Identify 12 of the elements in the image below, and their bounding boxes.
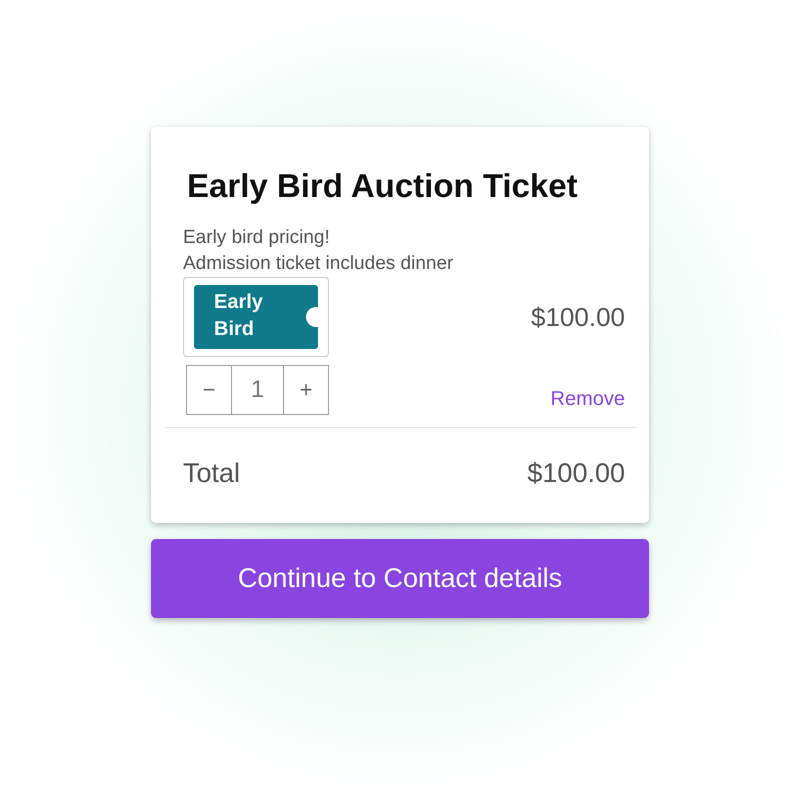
total-amount: $100.00 (527, 458, 625, 489)
total-label: Total (183, 458, 240, 489)
remove-link[interactable]: Remove (550, 388, 625, 411)
description-text: Early bird pricing! (183, 226, 331, 250)
ticket-image: Early Bird (183, 277, 329, 357)
description-text: Admission ticket includes dinner (183, 252, 454, 276)
card-title: Early Bird Auction Ticket (187, 167, 579, 205)
increment-button[interactable]: + (283, 365, 329, 415)
decrement-button[interactable]: − (186, 365, 232, 415)
price-text: $100.00 (531, 302, 625, 332)
continue-button[interactable]: Continue to Contact details (151, 539, 649, 618)
quantity-field[interactable]: 1 (232, 365, 283, 415)
